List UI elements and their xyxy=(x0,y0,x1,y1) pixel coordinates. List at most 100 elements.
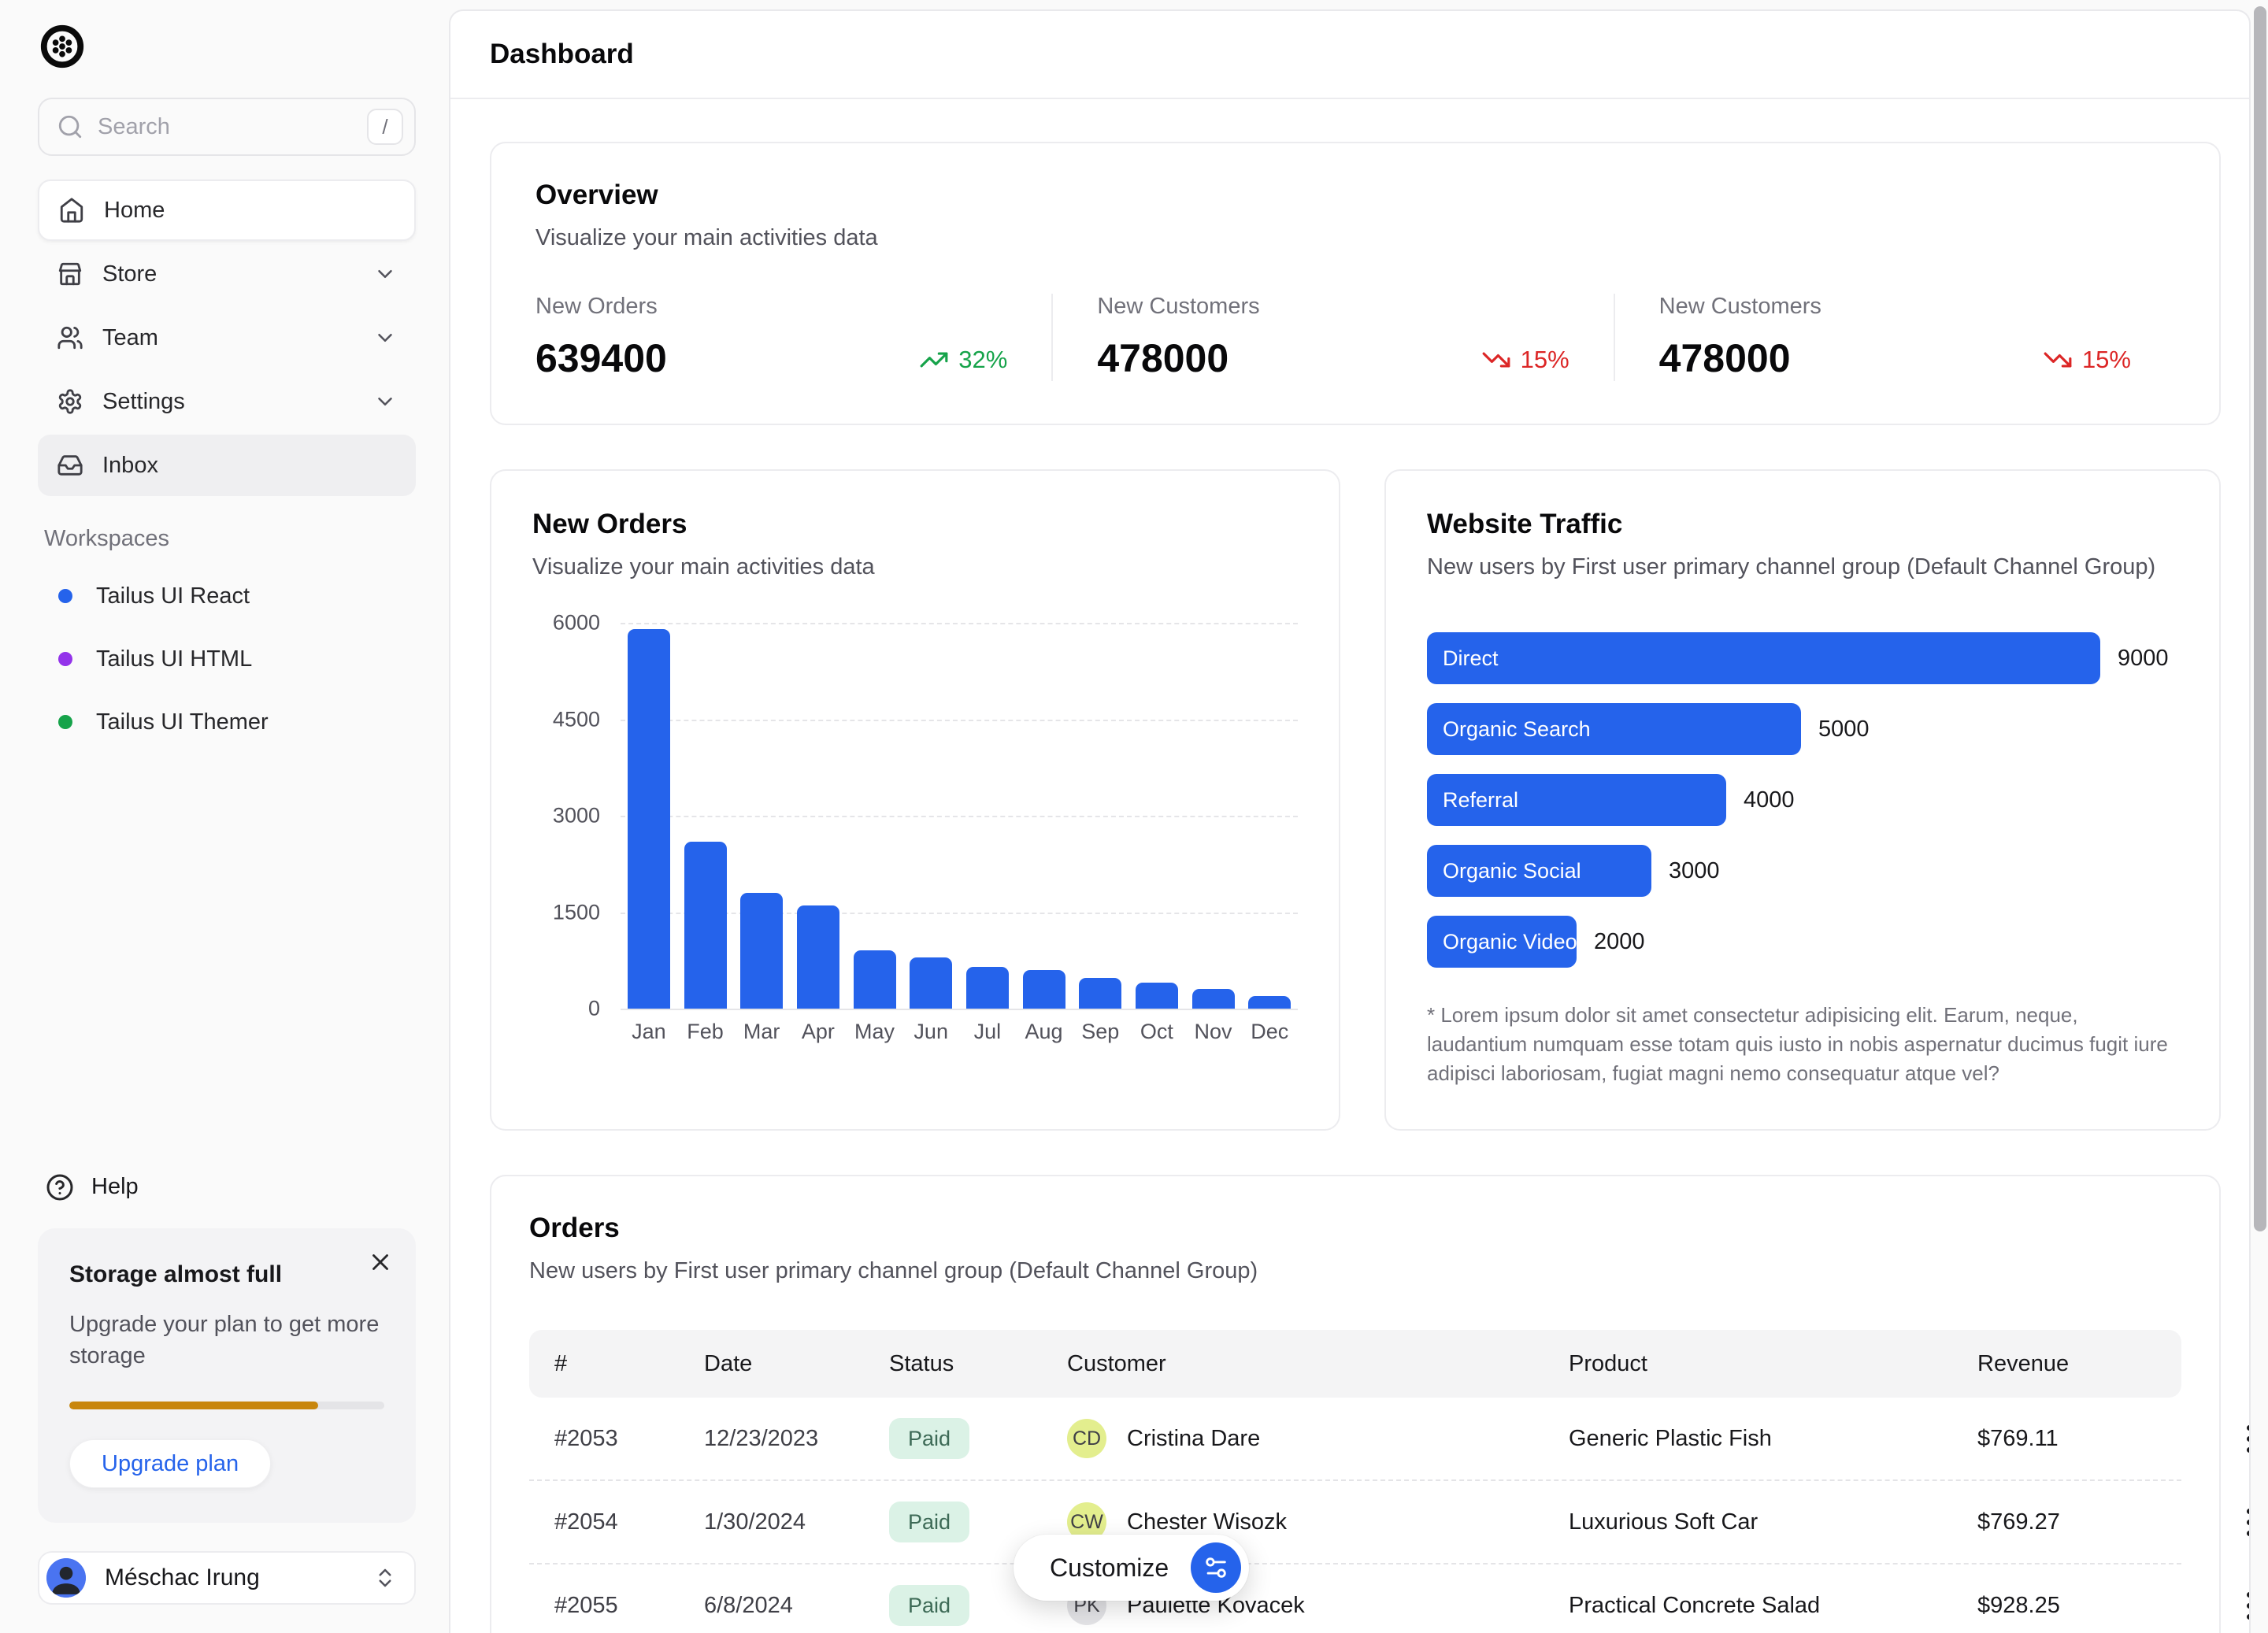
x-tick-nov: Nov xyxy=(1185,1020,1242,1044)
store-icon xyxy=(57,261,83,287)
chart-bar-aug xyxy=(1023,970,1065,1009)
chart-bar-dec xyxy=(1248,996,1291,1009)
stat-value: 478000 xyxy=(1659,335,1821,381)
user-name: Méschac Irung xyxy=(105,1564,354,1591)
close-icon[interactable] xyxy=(367,1249,394,1276)
chart-bar-may xyxy=(854,950,896,1009)
col-header-date: Date xyxy=(704,1351,889,1377)
bar-slot xyxy=(1072,623,1128,1009)
sidebar-item-store[interactable]: Store xyxy=(38,243,416,305)
sidebar-item-inbox[interactable]: Inbox xyxy=(38,435,416,496)
customize-label: Customize xyxy=(1050,1553,1169,1583)
storage-alert-title: Storage almost full xyxy=(69,1261,384,1288)
bar-slot xyxy=(1241,623,1298,1009)
bar-slot xyxy=(790,623,847,1009)
traffic-bar: Organic Search xyxy=(1427,703,1801,755)
stat-trend-value: 15% xyxy=(2082,346,2131,374)
bar-slot xyxy=(1016,623,1073,1009)
x-tick-mar: Mar xyxy=(733,1020,790,1044)
stat-trend-value: 15% xyxy=(1521,346,1569,374)
traffic-bar-value: 4000 xyxy=(1744,787,1795,813)
search-input[interactable] xyxy=(98,114,353,140)
chart-bar-mar xyxy=(740,893,783,1009)
plot-area: JanFebMarAprMayJunJulAugSepOctNovDec xyxy=(621,623,1298,1048)
workspace-dot xyxy=(58,589,72,603)
x-tick-feb: Feb xyxy=(677,1020,734,1044)
traffic-bar: Organic Social xyxy=(1427,845,1651,897)
user-photo-icon xyxy=(46,1558,86,1598)
new-orders-chart-card: New Orders Visualize your main activitie… xyxy=(490,469,1340,1131)
sidebar-item-home[interactable]: Home xyxy=(38,180,416,241)
traffic-bar-label: Direct xyxy=(1443,646,1499,671)
help-circle-icon xyxy=(46,1173,74,1202)
sidebar-item-label: Store xyxy=(102,261,157,287)
chart-bar-jul xyxy=(966,967,1009,1009)
traffic-subtitle: New users by First user primary channel … xyxy=(1427,554,2178,580)
upgrade-plan-button[interactable]: Upgrade plan xyxy=(69,1439,271,1488)
chart-bar-nov xyxy=(1192,989,1235,1009)
users-icon xyxy=(57,324,83,351)
order-revenue: $769.27 xyxy=(1977,1509,2135,1535)
sidebar-item-label: Inbox xyxy=(102,453,158,479)
workspace-item-tailus-ui-html[interactable]: Tailus UI HTML xyxy=(38,634,416,684)
x-tick-sep: Sep xyxy=(1072,1020,1128,1044)
bar-chart: 01500300045006000 JanFebMarAprMayJunJulA… xyxy=(532,623,1298,1048)
sidebar-item-label: Home xyxy=(104,198,165,224)
chart-bar-jan xyxy=(628,629,670,1009)
customize-button[interactable]: Customize xyxy=(1014,1535,1249,1601)
workspace-item-tailus-ui-react[interactable]: Tailus UI React xyxy=(38,571,416,621)
traffic-bar-value: 2000 xyxy=(1594,929,1645,955)
inbox-icon xyxy=(57,452,83,479)
sidebar-item-team[interactable]: Team xyxy=(38,307,416,368)
home-icon xyxy=(58,197,85,224)
sidebar-nav: Home Store Team Settings Inbox xyxy=(38,180,416,496)
col-header-revenue: Revenue xyxy=(1977,1351,2135,1377)
y-tick-1500: 1500 xyxy=(553,900,600,924)
stat-text: New Customers478000 xyxy=(1659,294,1821,381)
x-tick-jun: Jun xyxy=(902,1020,959,1044)
bar-slot xyxy=(1128,623,1185,1009)
storage-alert-description: Upgrade your plan to get more storage xyxy=(69,1309,384,1372)
storage-progress-fill xyxy=(69,1402,318,1409)
overview-title: Overview xyxy=(536,180,2175,211)
status-badge: Paid xyxy=(889,1502,969,1542)
stat-value: 639400 xyxy=(536,335,667,381)
status-badge: Paid xyxy=(889,1585,969,1626)
sidebar-item-label: Settings xyxy=(102,389,185,415)
sliders-icon xyxy=(1191,1542,1241,1593)
workspace-label: Tailus UI React xyxy=(96,583,250,609)
col-header-customer: Customer xyxy=(1067,1351,1569,1377)
traffic-row-direct: Direct9000 xyxy=(1427,632,2178,684)
x-tick-may: May xyxy=(847,1020,903,1044)
row-menu-button[interactable] xyxy=(2229,1586,2251,1625)
chart-bar-jun xyxy=(910,957,952,1009)
row-menu-button[interactable] xyxy=(2229,1502,2251,1542)
trending-down-icon xyxy=(1481,345,1511,375)
workspace-label: Tailus UI HTML xyxy=(96,646,252,672)
traffic-bar: Referral xyxy=(1427,774,1726,826)
chevron-down-icon xyxy=(373,262,397,286)
x-tick-jul: Jul xyxy=(959,1020,1016,1044)
workspace-dot xyxy=(58,652,72,666)
traffic-bar: Organic Video xyxy=(1427,916,1577,968)
status-badge: Paid xyxy=(889,1418,969,1459)
help-button[interactable]: Help xyxy=(38,1173,416,1202)
customer-name: Cristina Dare xyxy=(1127,1426,1260,1452)
chart-bar-sep xyxy=(1079,978,1121,1009)
overview-card: Overview Visualize your main activities … xyxy=(490,142,2221,425)
user-menu[interactable]: Méschac Irung xyxy=(38,1551,416,1605)
workspace-item-tailus-ui-themer[interactable]: Tailus UI Themer xyxy=(38,697,416,747)
overview-stats: New Orders63940032%New Customers47800015… xyxy=(536,294,2175,381)
row-menu-button[interactable] xyxy=(2229,1419,2251,1458)
page-header: Dashboard xyxy=(450,11,2249,99)
orders-card: Orders New users by First user primary c… xyxy=(490,1175,2221,1633)
sidebar-item-settings[interactable]: Settings xyxy=(38,371,416,432)
scrollbar-thumb[interactable] xyxy=(2254,6,2266,1231)
x-tick-apr: Apr xyxy=(790,1020,847,1044)
overview-stat: New Customers47800015% xyxy=(1051,294,1613,381)
traffic-row-organic-social: Organic Social3000 xyxy=(1427,845,2178,897)
x-tick-dec: Dec xyxy=(1241,1020,1298,1044)
stat-trend: 15% xyxy=(2043,345,2131,375)
table-body: #205312/23/2023PaidCDCristina DareGeneri… xyxy=(529,1398,2181,1633)
traffic-row-organic-video: Organic Video 2000 xyxy=(1427,916,2178,968)
